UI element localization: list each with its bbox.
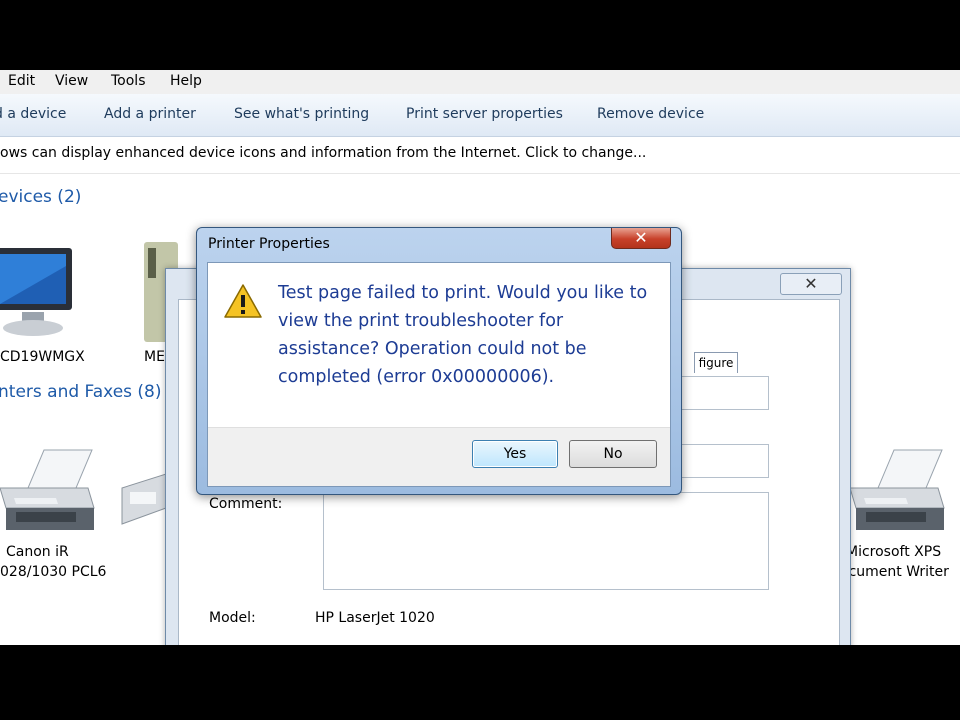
info-bar-text[interactable]: ows can display enhanced device icons an… [0,145,646,161]
comment-field[interactable] [323,492,769,590]
fax-icon[interactable] [118,468,168,536]
menu-bar: Edit View Tools Help [0,70,960,94]
printers-group-title[interactable]: nters and Faxes (8) [0,382,162,402]
menu-tools[interactable]: Tools [111,73,146,89]
command-bar: d a device Add a printer See what's prin… [0,94,960,137]
dialog-body: Test page failed to print. Would you lik… [207,262,671,487]
menu-edit[interactable]: Edit [8,73,35,89]
printer-icon[interactable] [0,448,96,544]
devices-group-title[interactable]: evices (2) [0,187,81,207]
canon-printer-label-2: 028/1030 PCL6 [0,564,107,580]
media-device-label: ME [144,349,165,365]
warning-icon [223,283,263,323]
properties-close-button[interactable]: ✕ [780,273,842,295]
model-label: Model: [209,610,256,626]
yes-button[interactable]: Yes [472,440,558,468]
close-icon: ✕ [634,228,648,247]
monitor-icon[interactable] [0,246,82,350]
xps-printer-label-1: Microsoft XPS [846,544,942,560]
tab-configure[interactable]: figure [694,352,738,373]
monitor-label: CD19WMGX [0,349,85,365]
remove-device-button[interactable]: Remove device [597,106,704,122]
xps-printer-label-2: ocument Writer [840,564,949,580]
comment-label: Comment: [209,496,283,512]
add-printer-button[interactable]: Add a printer [104,106,196,122]
no-button[interactable]: No [569,440,657,468]
info-bar[interactable]: ows can display enhanced device icons an… [0,137,960,174]
model-value: HP LaserJet 1020 [315,610,435,626]
canon-printer-label-1: Canon iR [6,544,69,560]
menu-help[interactable]: Help [170,73,202,89]
xps-printer-icon[interactable] [846,448,946,544]
dialog-close-button[interactable]: ✕ [611,228,671,249]
add-device-button[interactable]: d a device [0,106,66,122]
dialog-message: Test page failed to print. Would you lik… [278,283,648,387]
print-server-properties-button[interactable]: Print server properties [406,106,563,122]
menu-view[interactable]: View [55,73,88,89]
see-whats-printing-button[interactable]: See what's printing [234,106,369,122]
dialog-title: Printer Properties [208,236,330,252]
printer-properties-dialog: Printer Properties ✕ Test page failed to… [196,227,682,495]
dialog-footer: Yes No [208,427,670,486]
devices-and-printers-window: Edit View Tools Help d a device Add a pr… [0,70,960,645]
close-icon: ✕ [804,274,818,293]
